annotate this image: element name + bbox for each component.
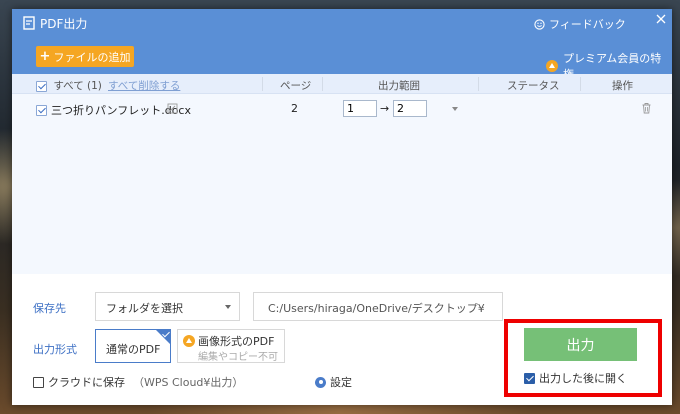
- action-column-header: 操作: [612, 80, 633, 92]
- open-after-label: 出力した後に開く: [539, 372, 627, 385]
- format-normal-pdf-option[interactable]: 通常のPDF: [95, 329, 171, 363]
- feedback-icon: [534, 18, 545, 30]
- range-dropdown-caret-icon[interactable]: [452, 107, 458, 111]
- title-bar: PDF出力 フィードバック + ファイルの追加 プレミアム会員の特権: [12, 9, 672, 81]
- premium-crown-icon: [183, 335, 195, 347]
- folder-select-value: フォルダを選択: [106, 302, 183, 315]
- select-all-label: すべて (1): [53, 80, 102, 92]
- cloud-save-note: （WPS Cloud¥出力）: [133, 376, 244, 389]
- column-divider: [262, 77, 263, 91]
- settings-label: 設定: [330, 376, 352, 389]
- cloud-save-label: クラウドに保存: [48, 376, 125, 389]
- cloud-save-checkbox[interactable]: [33, 376, 44, 388]
- page-count: 2: [291, 102, 298, 115]
- cloud-save-option[interactable]: クラウドに保存 （WPS Cloud¥出力）: [33, 374, 243, 390]
- pdf-app-icon: [23, 16, 35, 30]
- row-checkbox[interactable]: [36, 103, 47, 116]
- feedback-label: フィードバック: [549, 18, 626, 31]
- select-all-checkbox[interactable]: [36, 80, 47, 92]
- trash-icon[interactable]: [641, 102, 652, 114]
- add-file-label: ファイルの追加: [53, 50, 131, 64]
- format-normal-label: 通常のPDF: [106, 343, 161, 356]
- table-row: 三つ折りパンフレット.docx 2 →: [12, 96, 672, 122]
- close-icon[interactable]: [654, 12, 668, 26]
- range-to-input[interactable]: [393, 100, 427, 117]
- output-options-panel: 保存先 フォルダを選択 C:/Users/hiraga/OneDrive/デスク…: [12, 274, 672, 405]
- open-after-export-option[interactable]: 出力した後に開く: [524, 370, 627, 386]
- format-image-label: 画像形式のPDF: [198, 335, 275, 348]
- settings-link[interactable]: 設定: [315, 374, 352, 390]
- range-from-input[interactable]: [343, 100, 377, 117]
- feedback-link[interactable]: フィードバック: [534, 16, 626, 32]
- window-title: PDF出力: [40, 17, 88, 31]
- select-all[interactable]: すべて (1): [36, 78, 102, 93]
- export-button[interactable]: 出力: [524, 328, 637, 361]
- column-divider: [322, 77, 323, 91]
- pdf-export-dialog: PDF出力 フィードバック + ファイルの追加 プレミアム会員の特権 すべて (…: [12, 9, 672, 405]
- chevron-down-icon: [225, 305, 231, 309]
- status-column-header: ステータス: [507, 80, 560, 92]
- edit-icon[interactable]: [167, 103, 178, 114]
- crown-icon: [546, 60, 558, 72]
- file-list: すべて (1) すべて削除する ページ 出力範囲 ステータス 操作 三つ折りパン…: [12, 74, 672, 274]
- add-file-button[interactable]: + ファイルの追加: [36, 46, 134, 67]
- file-list-header: すべて (1) すべて削除する ページ 出力範囲 ステータス 操作: [12, 74, 672, 94]
- save-location-label: 保存先: [33, 302, 66, 315]
- range-arrow: →: [380, 102, 390, 115]
- column-divider: [580, 77, 581, 91]
- format-image-sublabel: 編集やコピー不可: [198, 352, 278, 363]
- row-checkbox-box[interactable]: [36, 104, 47, 116]
- format-image-pdf-option[interactable]: 画像形式のPDF 編集やコピー不可: [177, 329, 285, 363]
- range-column-header: 出力範囲: [378, 80, 420, 92]
- open-after-checkbox[interactable]: [524, 372, 535, 384]
- plus-icon: +: [39, 49, 51, 64]
- delete-all-link[interactable]: すべて削除する: [108, 78, 180, 93]
- output-format-label: 出力形式: [33, 343, 77, 356]
- column-divider: [478, 77, 479, 91]
- pages-column-header: ページ: [280, 80, 312, 92]
- save-path-field[interactable]: C:/Users/hiraga/OneDrive/デスクトップ¥: [253, 292, 503, 321]
- gear-icon: [315, 376, 326, 388]
- folder-select-dropdown[interactable]: フォルダを選択: [95, 292, 240, 321]
